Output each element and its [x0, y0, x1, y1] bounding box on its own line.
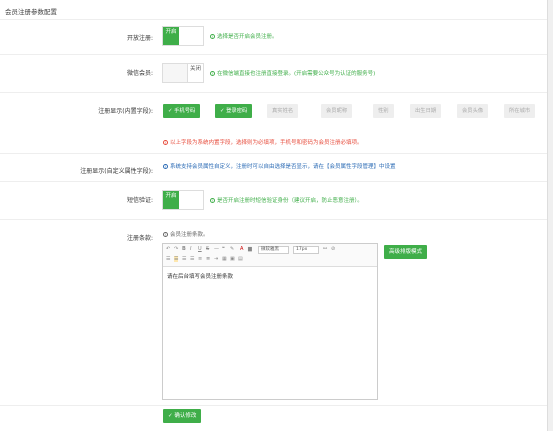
font-size-select[interactable]: 17px	[293, 246, 319, 254]
redo-icon[interactable]: ↷	[174, 246, 178, 252]
register-field-chip[interactable]: 会员昵称	[321, 104, 353, 118]
underline-icon[interactable]: U	[198, 246, 202, 252]
toggle-on-label: 开启	[163, 27, 179, 45]
submit-button[interactable]: ✓ 确认修改	[163, 409, 202, 423]
info-icon: !	[210, 71, 215, 76]
divider	[0, 181, 547, 182]
unordered-list-icon[interactable]: ≣	[206, 256, 210, 262]
open-register-toggle[interactable]: 开启	[162, 26, 204, 46]
open-register-label: 开放注册:	[126, 35, 153, 42]
divider	[0, 153, 547, 154]
divider	[0, 92, 547, 93]
info-icon: !	[163, 140, 168, 145]
toggle-off-label: 关闭	[187, 64, 203, 82]
align-right-icon[interactable]: ☰	[182, 256, 186, 262]
wechat-member-hint: ! 在微信端直接也注册直接登录。(开启需要公众号为认证的服务号)	[210, 71, 376, 77]
register-field-chip[interactable]: 会员头像	[457, 104, 489, 118]
bold-icon[interactable]: B	[182, 246, 186, 252]
vertical-scrollbar[interactable]	[547, 0, 553, 431]
divider	[0, 405, 547, 406]
toggle-on-label: 开启	[163, 191, 179, 209]
info-icon: !	[210, 198, 215, 203]
terms-rich-editor[interactable]: ↶ ↷ B I U S — ❝ ✎ A ▆ 微软雅黑 17px ⚯ ⊘ ☰ ☰ …	[162, 243, 378, 400]
ordered-list-icon[interactable]: ≡	[198, 256, 202, 262]
format-brush-icon[interactable]: ✎	[230, 246, 234, 252]
register-field-chip[interactable]: 性别	[373, 104, 394, 118]
table-icon[interactable]: ▦	[222, 256, 227, 262]
divider	[0, 19, 547, 20]
register-field-chip[interactable]: ✓ 手机号码	[163, 104, 201, 118]
editor-content[interactable]: 请在后台填写会员注册条款	[167, 272, 233, 280]
image-icon[interactable]: ▣	[230, 256, 235, 262]
register-display-hint: ! 以上字段为系统内置字段，选择则为必填项，手机号和密码为会员注册必填项。	[163, 140, 363, 146]
sms-verify-label: 短信验证:	[126, 197, 153, 204]
editor-toolbar: ↶ ↷ B I U S — ❝ ✎ A ▆ 微软雅黑 17px ⚯ ⊘ ☰ ☰ …	[163, 244, 377, 267]
terms-hint: ! 会员注册条款。	[163, 232, 209, 238]
register-field-chip[interactable]: 所在城市	[504, 104, 536, 118]
undo-icon[interactable]: ↶	[166, 246, 170, 252]
toggle-grip	[163, 64, 188, 82]
sms-verify-toggle[interactable]: 开启	[162, 190, 204, 210]
unlink-icon[interactable]: ⊘	[331, 246, 335, 252]
register-field-chip[interactable]: 出生日期	[410, 104, 442, 118]
custom-display-hint: ! 系统支持会员属性自定义，注册时可以自由选择是否显示，请在【会员属性字段管理】中…	[163, 164, 396, 170]
sms-verify-hint: ! 是否开启注册时短信验证身份（建议开启，防止恶意注册）。	[210, 198, 363, 204]
align-left-icon[interactable]: ☰	[166, 256, 170, 262]
font-color-icon[interactable]: A	[240, 246, 243, 252]
italic-icon[interactable]: I	[190, 246, 191, 252]
register-display-label: 注册显示(内置字段):	[98, 108, 153, 115]
align-center-icon[interactable]: ☰	[174, 256, 179, 262]
open-register-hint: ! 选择是否开启会员注册。	[210, 34, 278, 40]
divider	[0, 54, 547, 55]
info-icon: !	[163, 232, 168, 237]
link-icon[interactable]: ⚯	[323, 246, 327, 252]
info-icon: !	[210, 34, 215, 39]
font-family-select[interactable]: 微软雅黑	[258, 246, 289, 254]
advanced-layout-button[interactable]: 高级排版模式	[384, 245, 428, 259]
custom-display-label: 注册显示(自定义属性字段):	[80, 168, 153, 175]
section-title: 会员注册参数配置	[5, 8, 57, 16]
info-icon: !	[163, 164, 168, 169]
wechat-member-toggle[interactable]: 关闭	[162, 63, 204, 83]
quote-icon[interactable]: ❝	[222, 246, 225, 252]
indent-icon[interactable]: ⇥	[214, 256, 218, 262]
terms-label: 注册条款:	[126, 235, 153, 242]
highlight-icon[interactable]: ▆	[248, 246, 252, 252]
justify-icon[interactable]: ☰	[190, 256, 194, 262]
divider	[0, 219, 547, 220]
strikethrough-icon[interactable]: S	[206, 246, 209, 252]
code-icon[interactable]: ▤	[238, 256, 243, 262]
clear-format-icon[interactable]: —	[214, 246, 219, 252]
register-field-chip[interactable]: ✓ 登录密码	[215, 104, 253, 118]
register-field-chip[interactable]: 真实姓名	[267, 104, 299, 118]
wechat-member-label: 微信会员:	[126, 70, 153, 77]
